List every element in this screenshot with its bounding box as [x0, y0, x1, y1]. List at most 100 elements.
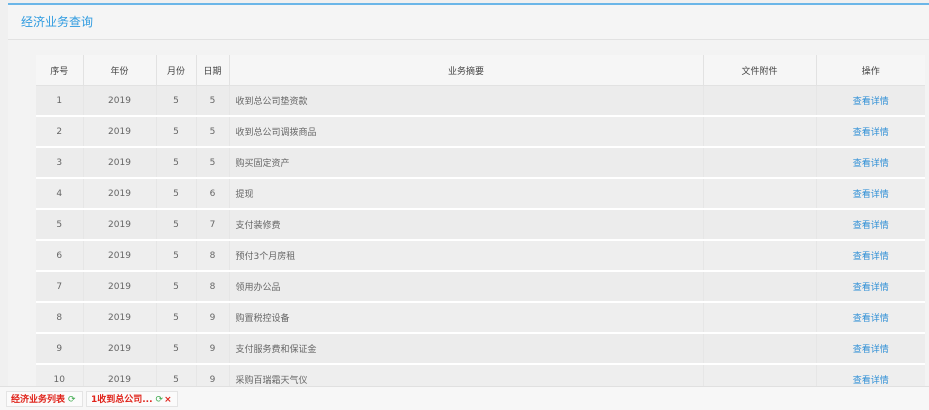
cell-action: 查看详情: [815, 333, 925, 365]
table-row: 5 2019 5 7 支付装修费 查看详情: [36, 209, 925, 241]
refresh-icon[interactable]: ⟳: [68, 395, 76, 405]
cell-month: 5: [155, 333, 196, 365]
cell-day: 5: [195, 147, 229, 179]
cell-action: 查看详情: [815, 147, 925, 179]
cell-day: 8: [195, 271, 229, 303]
table-row: 2 2019 5 5 收到总公司调拨商品 查看详情: [36, 116, 925, 148]
cell-month: 5: [155, 147, 196, 179]
cell-summary: 提现: [228, 178, 703, 210]
cell-month: 5: [155, 209, 196, 241]
cell-no: 5: [36, 209, 83, 241]
cell-year: 2019: [82, 209, 156, 241]
header-month: 月份: [155, 55, 196, 86]
tab-detail[interactable]: 1收到总公司... ⟳×: [86, 391, 178, 407]
cell-day: 9: [195, 333, 229, 365]
panel-title: 经济业务查询: [8, 5, 929, 40]
view-details-link[interactable]: 查看详情: [853, 221, 889, 231]
cell-attachment: [702, 116, 816, 148]
table-header-row: 序号 年份 月份 日期 业务摘要 文件附件 操作: [36, 55, 925, 86]
cell-attachment: [702, 333, 816, 365]
header-action: 操作: [815, 55, 925, 86]
cell-day: 5: [195, 116, 229, 148]
cell-month: 5: [155, 240, 196, 272]
view-details-link[interactable]: 查看详情: [853, 190, 889, 200]
table-row: 7 2019 5 8 领用办公品 查看详情: [36, 271, 925, 303]
cell-day: 6: [195, 178, 229, 210]
table-row: 4 2019 5 6 提现 查看详情: [36, 178, 925, 210]
cell-action: 查看详情: [815, 209, 925, 241]
cell-action: 查看详情: [815, 271, 925, 303]
table-row: 1 2019 5 5 收到总公司垫资款 查看详情: [36, 85, 925, 117]
tab-label: 1收到总公司...: [91, 395, 153, 405]
cell-year: 2019: [82, 85, 156, 117]
close-icon[interactable]: ×: [164, 395, 172, 405]
view-details-link[interactable]: 查看详情: [853, 97, 889, 107]
cell-no: 2: [36, 116, 83, 148]
cell-day: 7: [195, 209, 229, 241]
query-panel: 经济业务查询 序号 年份 月份 日期 业务摘要 文件附件 操作 1 2019 5…: [8, 3, 929, 396]
view-details-link[interactable]: 查看详情: [853, 159, 889, 169]
cell-summary: 收到总公司垫资款: [228, 85, 703, 117]
cell-year: 2019: [82, 333, 156, 365]
cell-attachment: [702, 178, 816, 210]
cell-year: 2019: [82, 240, 156, 272]
cell-no: 4: [36, 178, 83, 210]
table-row: 3 2019 5 5 购买固定资产 查看详情: [36, 147, 925, 179]
cell-no: 8: [36, 302, 83, 334]
refresh-icon[interactable]: ⟳: [156, 395, 164, 405]
cell-day: 5: [195, 85, 229, 117]
view-details-link[interactable]: 查看详情: [853, 314, 889, 324]
cell-no: 3: [36, 147, 83, 179]
table-row: 8 2019 5 9 购置税控设备 查看详情: [36, 302, 925, 334]
view-details-link[interactable]: 查看详情: [853, 376, 889, 386]
cell-action: 查看详情: [815, 85, 925, 117]
cell-month: 5: [155, 116, 196, 148]
cell-no: 6: [36, 240, 83, 272]
cell-no: 9: [36, 333, 83, 365]
view-details-link[interactable]: 查看详情: [853, 345, 889, 355]
cell-summary: 购买固定资产: [228, 147, 703, 179]
cell-summary: 支付服务费和保证金: [228, 333, 703, 365]
table-container: 序号 年份 月份 日期 业务摘要 文件附件 操作 1 2019 5 5 收到总公司垫资款…: [36, 55, 925, 396]
table-body: 1 2019 5 5 收到总公司垫资款 查看详情 2 2019 5 5 收到总公司调拨商品 查看详情 3…: [36, 85, 925, 396]
cell-action: 查看详情: [815, 116, 925, 148]
view-details-link[interactable]: 查看详情: [853, 283, 889, 293]
table-row: 6 2019 5 8 预付3个月房租 查看详情: [36, 240, 925, 272]
view-details-link[interactable]: 查看详情: [853, 128, 889, 138]
cell-attachment: [702, 240, 816, 272]
cell-action: 查看详情: [815, 178, 925, 210]
cell-month: 5: [155, 271, 196, 303]
cell-no: 1: [36, 85, 83, 117]
cell-summary: 收到总公司调拨商品: [228, 116, 703, 148]
cell-month: 5: [155, 302, 196, 334]
header-year: 年份: [82, 55, 156, 86]
cell-attachment: [702, 209, 816, 241]
cell-attachment: [702, 271, 816, 303]
cell-day: 8: [195, 240, 229, 272]
cell-summary: 领用办公品: [228, 271, 703, 303]
cell-year: 2019: [82, 271, 156, 303]
header-day: 日期: [195, 55, 229, 86]
business-table: 序号 年份 月份 日期 业务摘要 文件附件 操作 1 2019 5 5 收到总公司垫资款…: [36, 55, 925, 396]
header-no: 序号: [36, 55, 83, 86]
table-row: 9 2019 5 9 支付服务费和保证金 查看详情: [36, 333, 925, 365]
cell-month: 5: [155, 85, 196, 117]
cell-year: 2019: [82, 147, 156, 179]
cell-action: 查看详情: [815, 240, 925, 272]
cell-year: 2019: [82, 178, 156, 210]
tab-label: 经济业务列表: [11, 395, 66, 405]
cell-year: 2019: [82, 116, 156, 148]
cell-summary: 购置税控设备: [228, 302, 703, 334]
cell-summary: 预付3个月房租: [228, 240, 703, 272]
view-details-link[interactable]: 查看详情: [853, 252, 889, 262]
cell-year: 2019: [82, 302, 156, 334]
tab-bar: 经济业务列表 ⟳ 1收到总公司... ⟳×: [0, 386, 929, 410]
cell-attachment: [702, 147, 816, 179]
cell-attachment: [702, 85, 816, 117]
cell-summary: 支付装修费: [228, 209, 703, 241]
cell-no: 7: [36, 271, 83, 303]
header-attachment: 文件附件: [702, 55, 816, 86]
cell-day: 9: [195, 302, 229, 334]
tab-list[interactable]: 经济业务列表 ⟳: [6, 391, 83, 407]
cell-month: 5: [155, 178, 196, 210]
